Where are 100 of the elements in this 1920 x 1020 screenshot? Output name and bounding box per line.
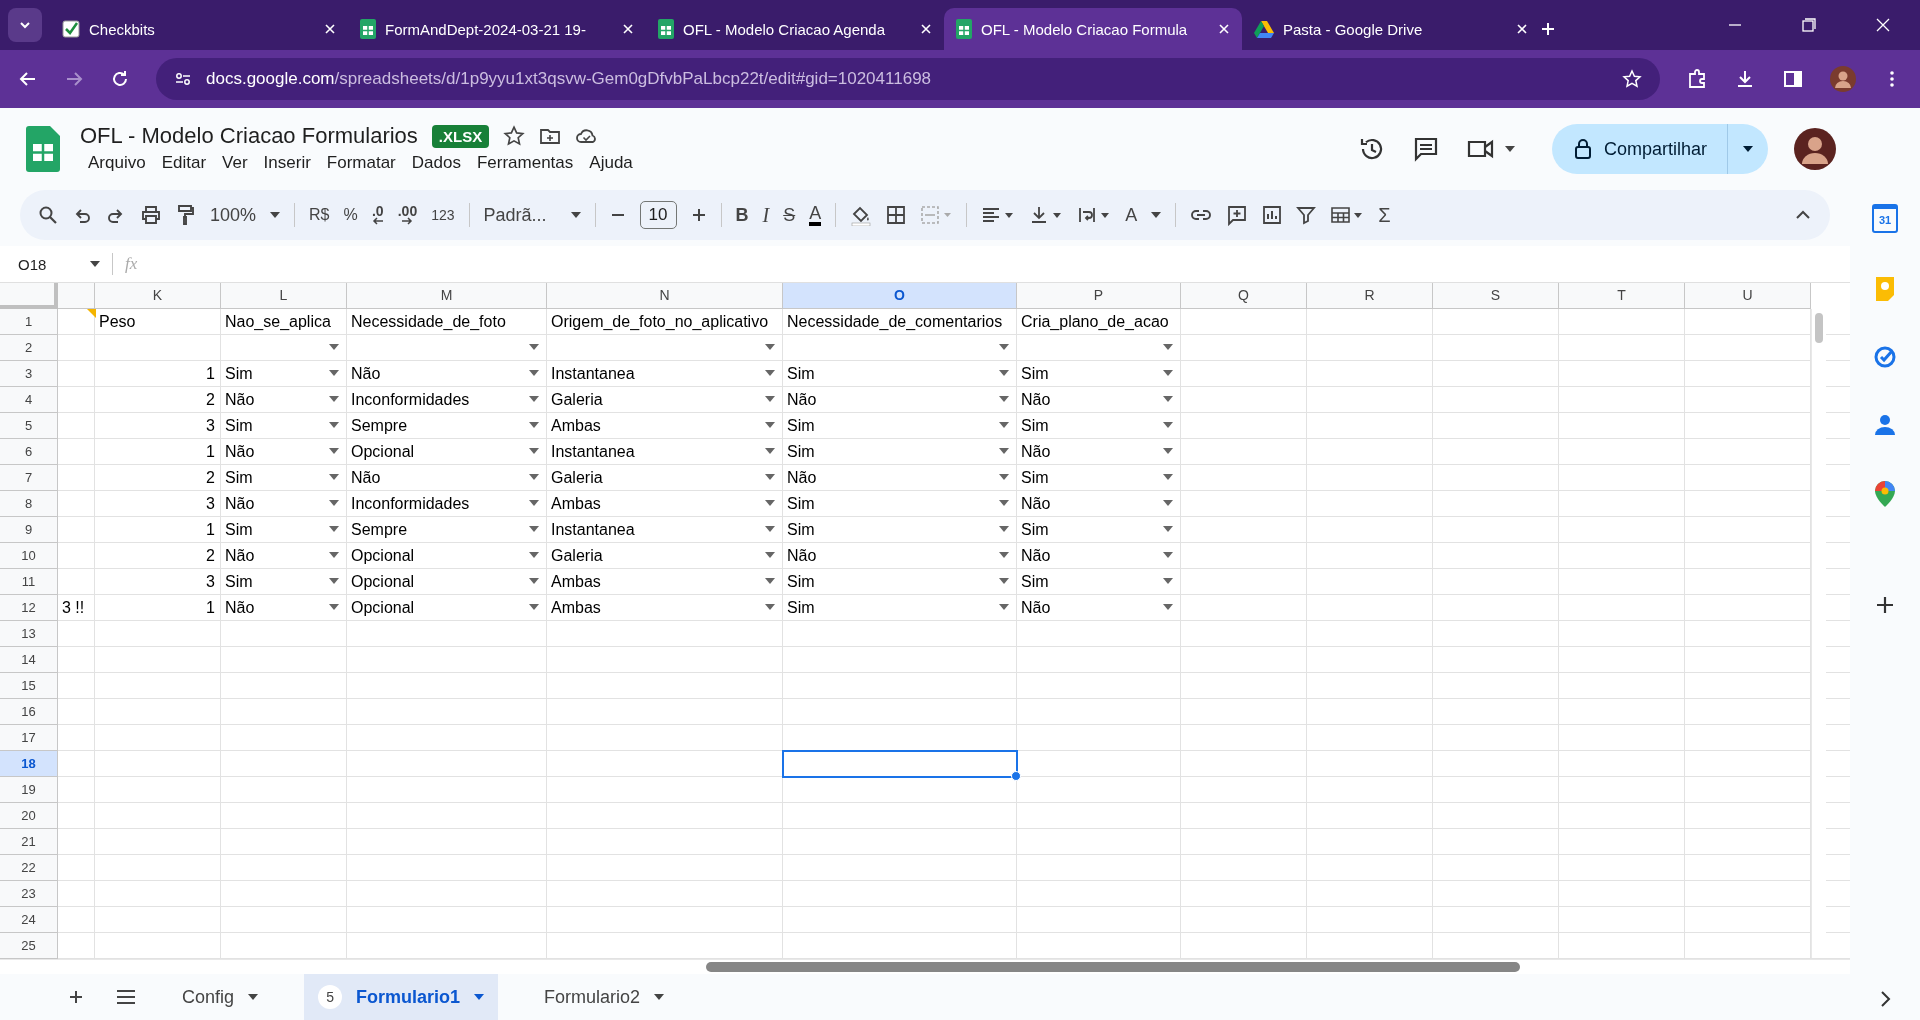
menu-icon[interactable] xyxy=(116,989,136,1005)
star-icon[interactable] xyxy=(503,125,526,147)
reload-icon[interactable] xyxy=(110,69,130,89)
dropdown-arrow-icon[interactable] xyxy=(999,344,1009,350)
menu-item[interactable]: Formatar xyxy=(318,151,404,175)
dropdown-arrow-icon[interactable] xyxy=(765,552,775,558)
dropdown-arrow-icon[interactable] xyxy=(999,370,1009,376)
dropdown-arrow-icon[interactable] xyxy=(529,552,539,558)
dropdown-arrow-icon[interactable] xyxy=(999,578,1009,584)
filter-icon[interactable] xyxy=(1296,205,1317,225)
task-check-icon[interactable] xyxy=(1873,345,1897,369)
column-header[interactable]: R xyxy=(1307,283,1433,309)
browser-tab[interactable]: OFL - Modelo Criacao Agenda xyxy=(646,8,944,50)
dropdown-arrow-icon[interactable] xyxy=(329,448,339,454)
add-sheet-icon[interactable] xyxy=(68,989,84,1005)
align-left-icon[interactable] xyxy=(981,205,1016,225)
merge-cells-icon[interactable] xyxy=(920,205,953,225)
dropdown-arrow-icon[interactable] xyxy=(329,344,339,350)
dropdown-arrow-icon[interactable] xyxy=(1163,500,1173,506)
menu-item[interactable]: Dados xyxy=(403,151,469,175)
menu-item[interactable]: Arquivo xyxy=(80,151,154,175)
puzzle-icon[interactable] xyxy=(1686,68,1708,90)
dropdown-arrow-icon[interactable] xyxy=(329,578,339,584)
dropdown-arrow-icon[interactable] xyxy=(999,604,1009,610)
close-icon[interactable] xyxy=(324,23,336,35)
dropdown-arrow-icon[interactable] xyxy=(765,604,775,610)
row-header[interactable]: 13 xyxy=(0,621,58,647)
table-view-icon[interactable] xyxy=(1330,205,1365,225)
dropdown-arrow-icon[interactable] xyxy=(1163,526,1173,532)
dropdown-arrow-icon[interactable] xyxy=(1163,422,1173,428)
chevron-right-icon[interactable] xyxy=(1879,990,1891,1008)
paint-bucket-icon[interactable] xyxy=(850,204,873,226)
row-header[interactable]: 14 xyxy=(0,647,58,673)
close-icon[interactable] xyxy=(1516,23,1528,35)
document-title[interactable]: OFL - Modelo Criacao Formularios xyxy=(80,123,418,149)
dropdown-arrow-icon[interactable] xyxy=(329,474,339,480)
row-header[interactable]: 4 xyxy=(0,387,58,413)
dropdown-arrow-icon[interactable] xyxy=(529,396,539,402)
dropdown-arrow-icon[interactable] xyxy=(529,448,539,454)
column-header[interactable]: N xyxy=(547,283,783,309)
selected-cell[interactable] xyxy=(782,750,1018,778)
dropdown-arrow-icon[interactable] xyxy=(329,552,339,558)
row-header[interactable]: 16 xyxy=(0,699,58,725)
calendar-icon[interactable]: 31 xyxy=(1872,204,1898,233)
column-header[interactable]: P xyxy=(1017,283,1181,309)
font-size-field[interactable]: 10 xyxy=(639,201,677,229)
row-header[interactable]: 1 xyxy=(0,309,58,335)
share-button[interactable]: Compartilhar xyxy=(1551,124,1727,174)
dropdown-arrow-icon[interactable] xyxy=(999,474,1009,480)
dropdown-arrow-icon[interactable] xyxy=(765,500,775,506)
dropdown-arrow-icon[interactable] xyxy=(1163,344,1173,350)
currency-format-button[interactable]: R$ xyxy=(309,206,330,224)
dropdown-arrow-icon[interactable] xyxy=(999,500,1009,506)
dropdown-arrow-icon[interactable] xyxy=(1163,604,1173,610)
strikethrough-button[interactable]: S xyxy=(783,204,796,226)
dropdown-arrow-icon[interactable] xyxy=(765,344,775,350)
row-header[interactable]: 18 xyxy=(0,751,58,777)
dropdown-arrow-icon[interactable] xyxy=(1163,474,1173,480)
close-icon[interactable] xyxy=(1876,18,1890,32)
row-header[interactable]: 8 xyxy=(0,491,58,517)
dropdown-arrow-icon[interactable] xyxy=(329,500,339,506)
bold-button[interactable]: B xyxy=(735,204,749,226)
dropdown-arrow-icon[interactable] xyxy=(529,526,539,532)
scrollbar-thumb[interactable] xyxy=(1815,313,1823,343)
column-header[interactable]: T xyxy=(1559,283,1685,309)
address-field[interactable]: docs.google.com/spreadsheets/d/1p9yyu1xt3qsvw-Gem0gDfvbPaLbcp22t/edit#gid=1020411698 xyxy=(156,58,1660,100)
dropdown-arrow-icon[interactable] xyxy=(329,396,339,402)
dropdown-arrow-icon[interactable] xyxy=(765,578,775,584)
menu-item[interactable]: Inserir xyxy=(255,151,319,175)
collapse-icon[interactable] xyxy=(1794,209,1812,221)
row-header[interactable]: 25 xyxy=(0,933,58,959)
column-header[interactable]: U xyxy=(1685,283,1811,309)
row-header[interactable]: 23 xyxy=(0,881,58,907)
browser-tab[interactable]: OFL - Modelo Criacao Formula xyxy=(944,8,1242,50)
percent-format-button[interactable]: % xyxy=(343,206,358,224)
row-header[interactable]: 19 xyxy=(0,777,58,803)
plus-icon[interactable] xyxy=(1875,595,1895,615)
number-format-button[interactable]: 123 xyxy=(431,207,455,223)
dropdown-arrow-icon[interactable] xyxy=(529,344,539,350)
text-color-button[interactable]: A xyxy=(809,204,822,226)
row-header[interactable]: 10 xyxy=(0,543,58,569)
person-icon[interactable] xyxy=(1874,413,1896,437)
dropdown-arrow-icon[interactable] xyxy=(765,474,775,480)
row-header[interactable]: 9 xyxy=(0,517,58,543)
map-pin-icon[interactable] xyxy=(1875,481,1895,507)
spreadsheet-logo-icon[interactable] xyxy=(26,126,60,172)
decrease-decimal-button[interactable]: .0 xyxy=(371,205,384,225)
row-header[interactable]: 11 xyxy=(0,569,58,595)
dropdown-arrow-icon[interactable] xyxy=(765,448,775,454)
text-rotation-dropdown[interactable]: A xyxy=(1125,204,1162,226)
dropdown-arrow-icon[interactable] xyxy=(329,370,339,376)
print-icon[interactable] xyxy=(140,205,162,225)
plus-icon[interactable] xyxy=(690,207,707,223)
dropdown-arrow-icon[interactable] xyxy=(529,370,539,376)
browser-tab[interactable]: Checkbits xyxy=(50,8,348,50)
dropdown-arrow-icon[interactable] xyxy=(529,604,539,610)
menu-item[interactable]: Ferramentas xyxy=(468,151,582,175)
row-header[interactable]: 3 xyxy=(0,361,58,387)
vertical-align-icon[interactable] xyxy=(1029,205,1064,225)
column-header[interactable]: M xyxy=(347,283,547,309)
